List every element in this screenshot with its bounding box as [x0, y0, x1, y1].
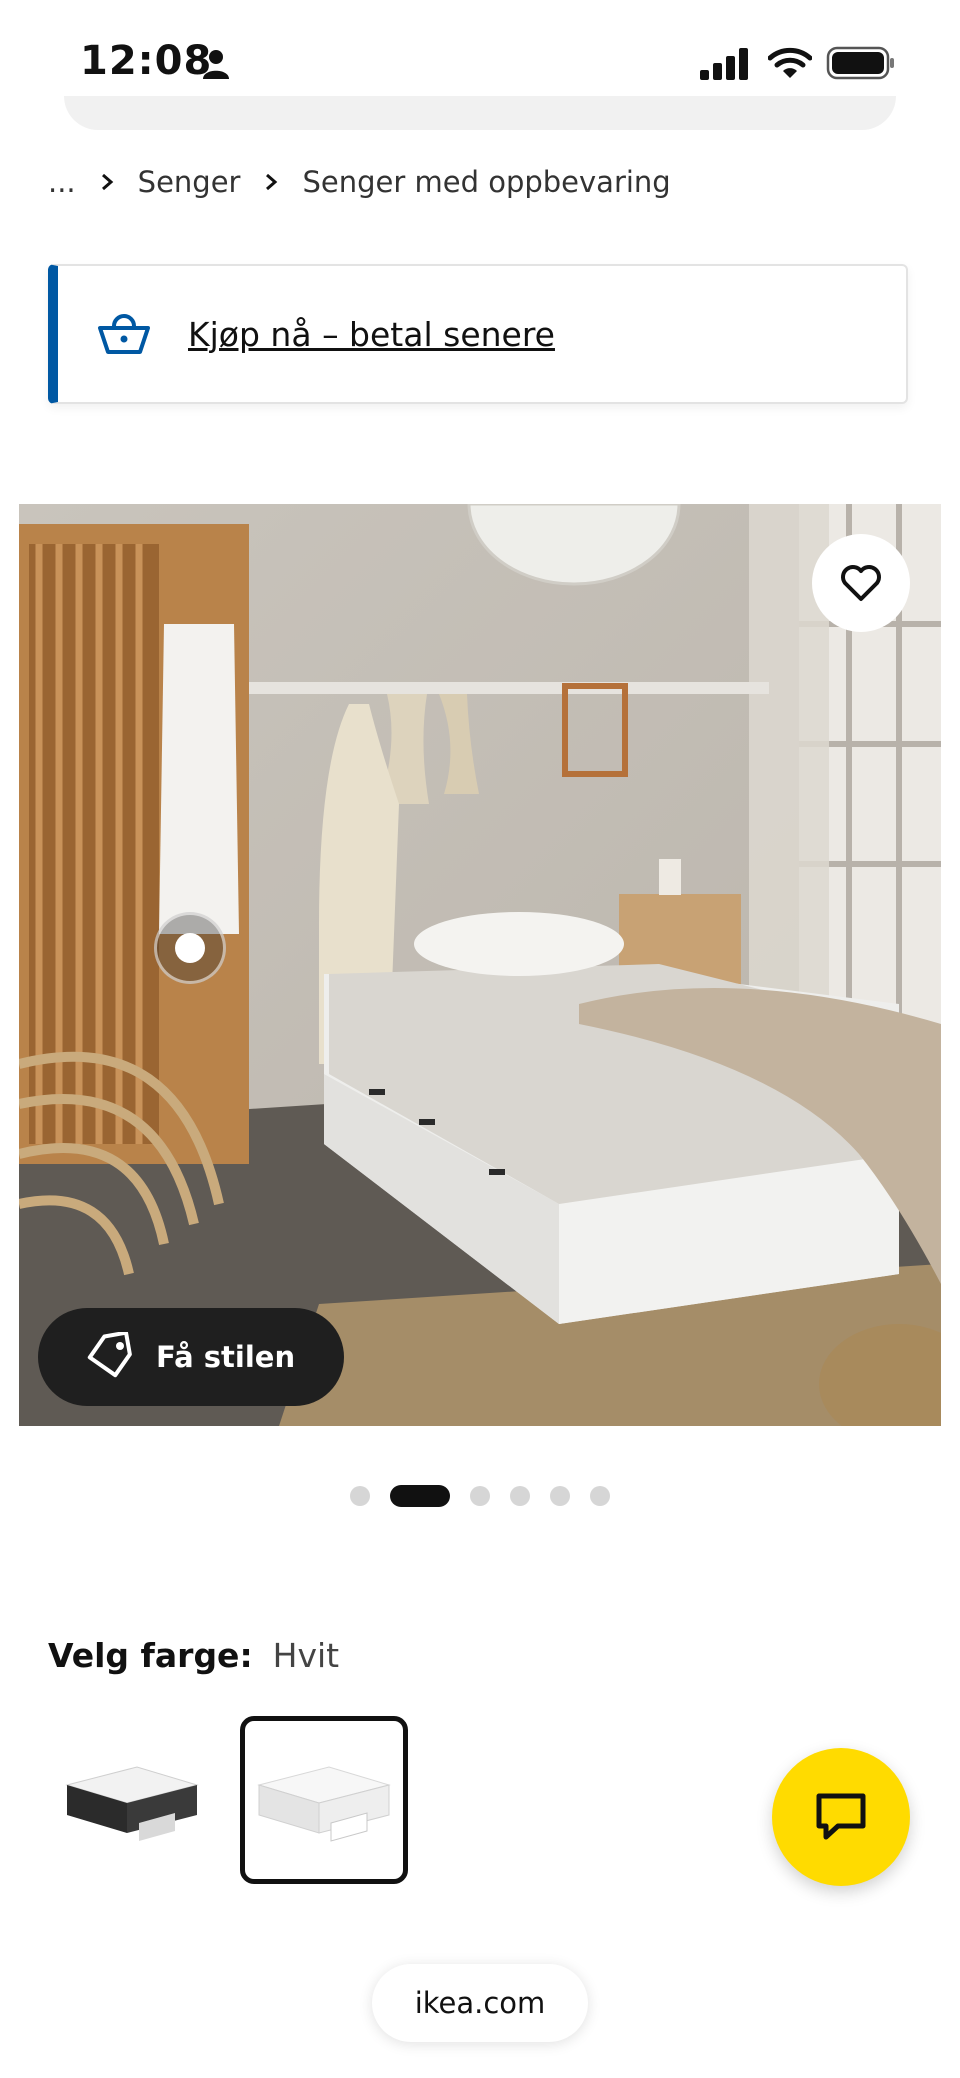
color-value: Hvit — [272, 1636, 340, 1675]
pagination-dot[interactable] — [470, 1486, 490, 1506]
wifi-icon — [768, 47, 812, 78]
chevron-right-icon — [101, 173, 113, 191]
bed-thumbnail-white — [257, 1766, 391, 1842]
buy-now-pay-later-link[interactable]: Kjøp nå – betal senere — [188, 315, 555, 354]
pagination-dot[interactable] — [550, 1486, 570, 1506]
pagination-dot[interactable] — [510, 1486, 530, 1506]
status-time: 12:08 — [80, 38, 213, 84]
breadcrumb-item-senger[interactable]: Senger — [138, 165, 241, 199]
chevron-right-icon — [266, 173, 278, 191]
get-the-style-button[interactable]: Få stilen — [38, 1308, 344, 1406]
product-hotspot[interactable] — [154, 912, 226, 984]
pagination-dot[interactable] — [350, 1486, 370, 1506]
color-option-black-white[interactable] — [48, 1716, 216, 1884]
signal-icon — [700, 48, 748, 80]
pagination-dot[interactable] — [590, 1486, 610, 1506]
buy-now-pay-later-banner: Kjøp nå – betal senere — [48, 264, 908, 404]
breadcrumb-item-storage-beds[interactable]: Senger med oppbevaring — [302, 165, 670, 199]
color-label: Velg farge: — [48, 1636, 253, 1675]
battery-icon — [826, 46, 894, 80]
color-option-white[interactable] — [240, 1716, 408, 1884]
search-bar-edge[interactable] — [64, 96, 896, 130]
bed-thumbnail-black — [65, 1766, 199, 1841]
pagination-dot-active[interactable] — [390, 1485, 450, 1507]
hotspot-dot — [175, 933, 205, 963]
person-icon — [203, 50, 229, 79]
breadcrumb-ellipsis[interactable]: ... — [48, 165, 76, 199]
image-pagination — [350, 1484, 630, 1508]
heart-icon — [841, 565, 881, 601]
basket-icon — [98, 314, 150, 354]
address-text: ikea.com — [414, 1986, 546, 2020]
breadcrumb: ... Senger Senger med oppbevaring — [48, 162, 671, 202]
chat-icon — [816, 1793, 866, 1840]
chat-button[interactable] — [772, 1748, 910, 1886]
get-the-style-label: Få stilen — [156, 1340, 296, 1374]
address-bar[interactable]: ikea.com — [372, 1964, 588, 2042]
color-selector-heading: Velg farge: Hvit — [48, 1636, 339, 1675]
favorite-button[interactable] — [812, 534, 910, 632]
tag-icon — [87, 1332, 132, 1378]
